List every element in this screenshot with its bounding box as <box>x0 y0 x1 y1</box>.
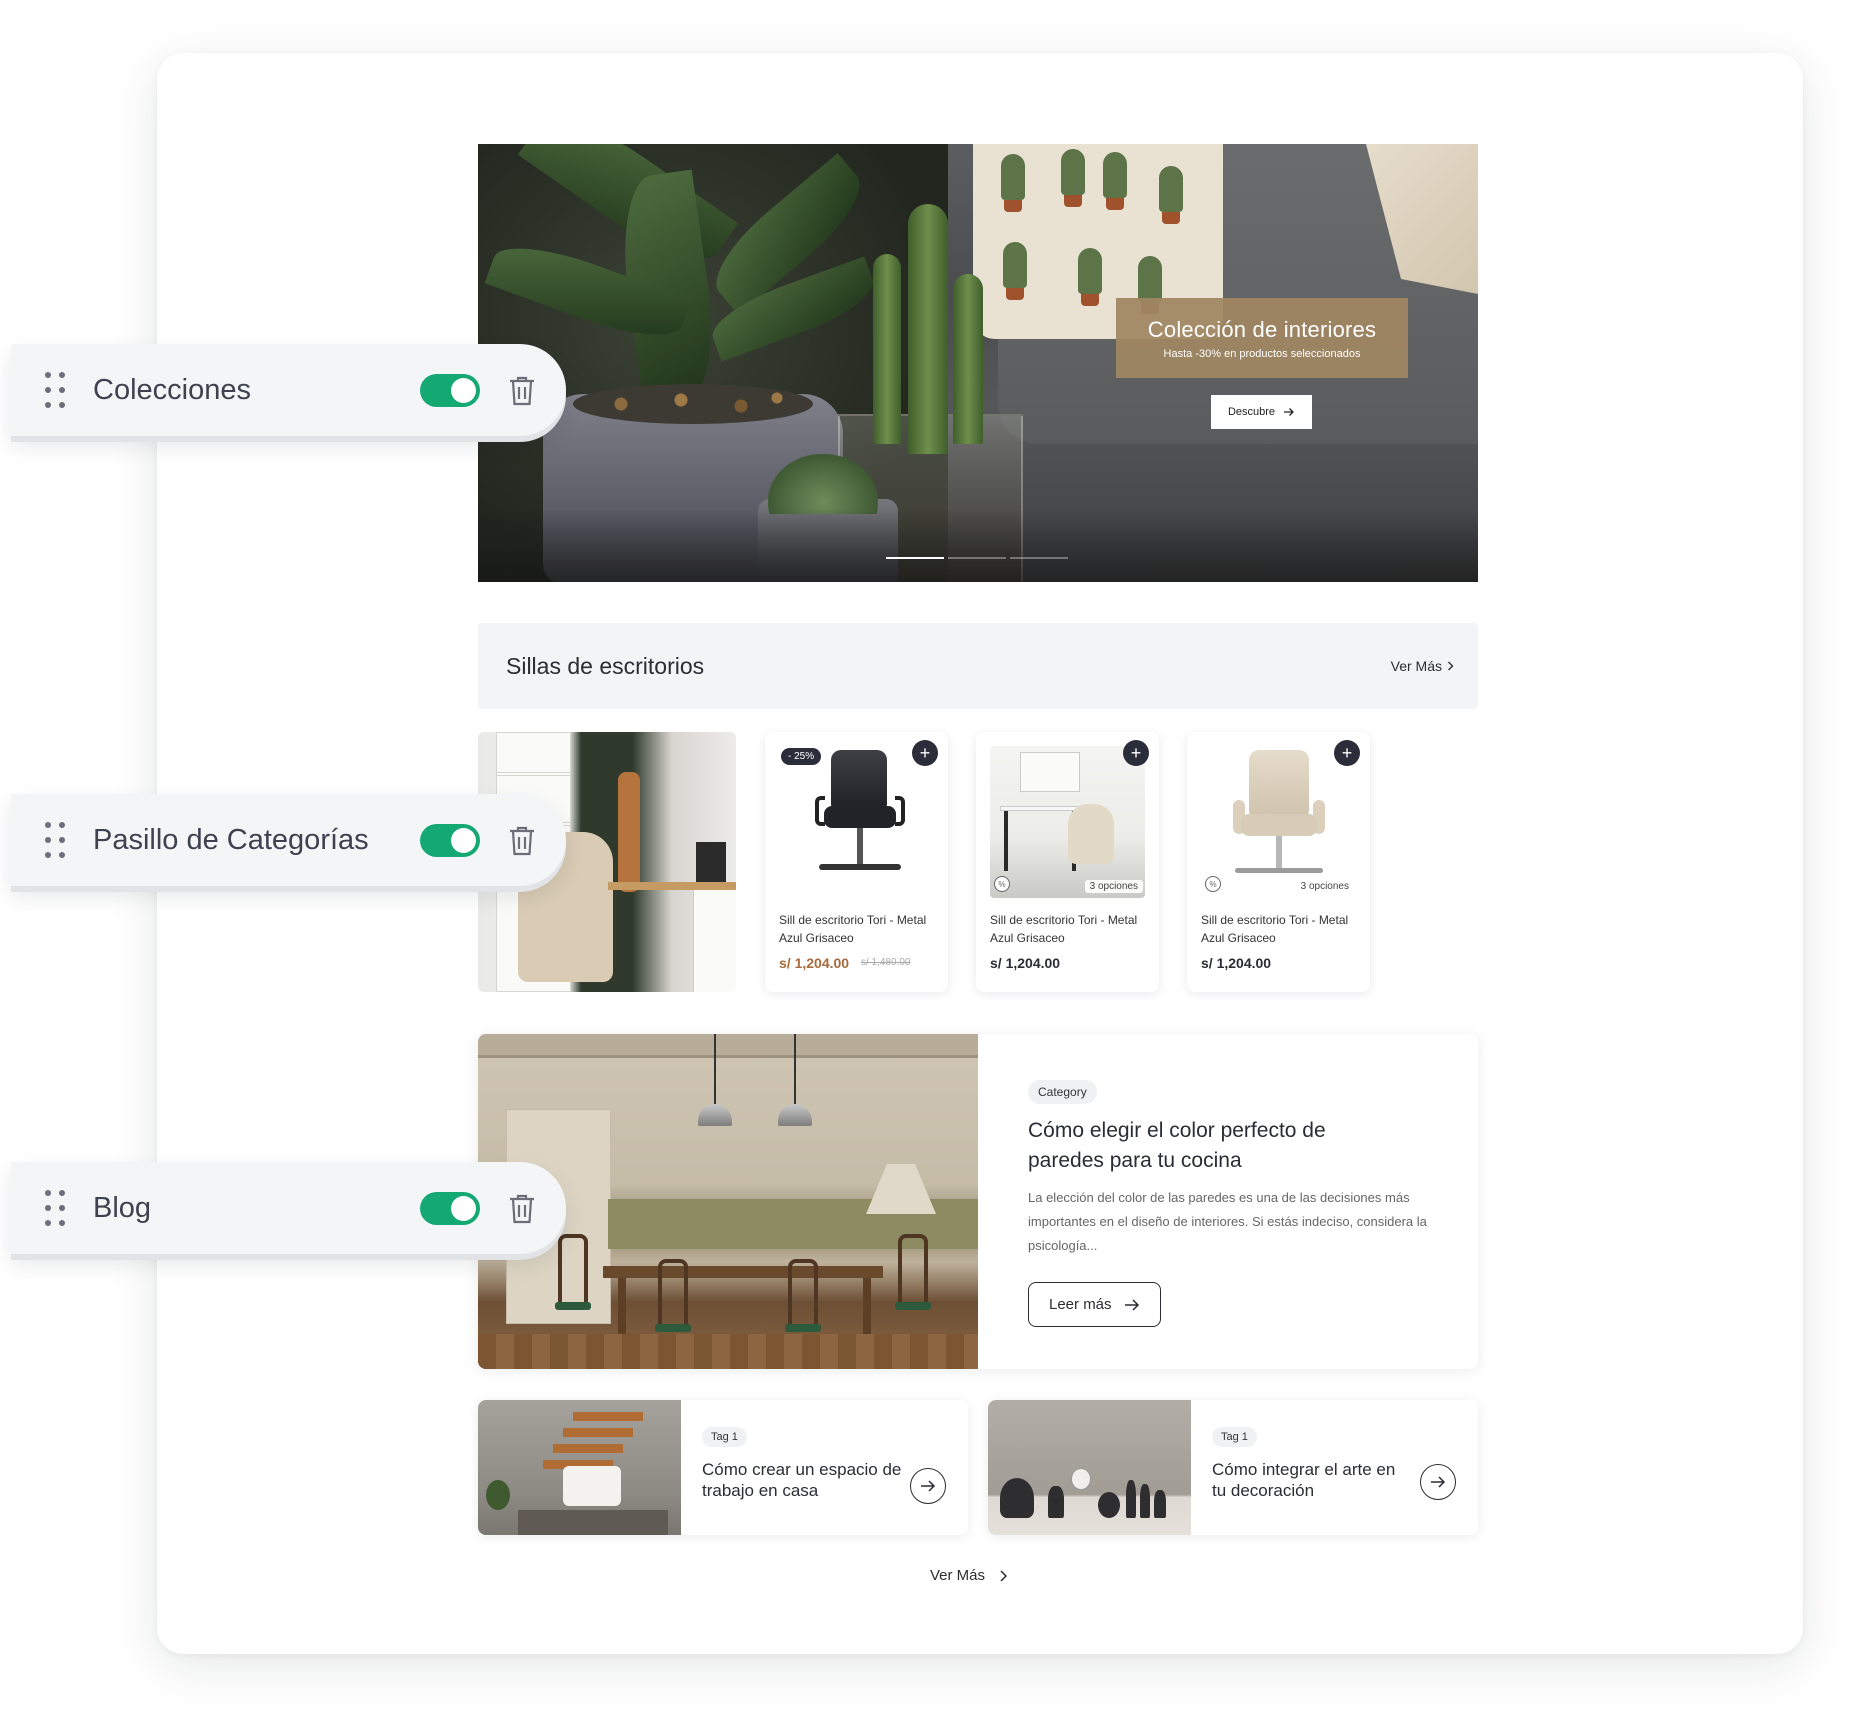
see-more-label: Ver Más <box>1390 658 1442 674</box>
product-name: Sill de escritorio Tori - Metal Azul Gri… <box>779 913 927 945</box>
hero-promo-box: Colección de interiores Hasta -30% en pr… <box>1116 298 1408 378</box>
product-image <box>1201 746 1356 898</box>
product-card[interactable]: - 25% + Sill de escritorio Tori - Metal … <box>765 732 948 992</box>
hero-cta-label: Descubre <box>1227 406 1276 418</box>
blog-feature-title[interactable]: Cómo elegir el color perfecto de paredes… <box>1028 1116 1388 1176</box>
section-title: Sillas de escritorios <box>506 652 705 679</box>
read-more-label: Leer más <box>1049 1296 1112 1313</box>
visibility-toggle[interactable] <box>420 1192 480 1225</box>
section-control-label: Pasillo de Categorías <box>93 823 369 856</box>
drag-handle-icon[interactable] <box>45 822 67 858</box>
blog-feature-excerpt: La elección del color de las paredes es … <box>1028 1190 1427 1253</box>
product-price: s/ 1,204.00 <box>1201 955 1272 971</box>
hero-carousel[interactable]: Colección de interiores Hasta -30% en pr… <box>478 144 1478 582</box>
hero-promo-subtitle: Hasta -30% en productos seleccionados <box>1163 347 1361 360</box>
carousel-dot[interactable] <box>886 557 944 559</box>
product-price: s/ 1,204.00 <box>990 955 1061 971</box>
section-control-colecciones: Colecciones <box>11 344 566 436</box>
product-image <box>779 746 934 898</box>
plus-icon: + <box>1341 743 1353 763</box>
hero-cta-button[interactable]: Descubre <box>1211 395 1312 429</box>
carousel-dot[interactable] <box>948 557 1006 559</box>
product-name: Sill de escritorio Tori - Metal Azul Gri… <box>990 913 1138 945</box>
carousel-indicators <box>886 557 1068 559</box>
options-icon: % <box>994 876 1010 892</box>
blog-post-card[interactable]: Tag 1 Cómo integrar el arte en tu decora… <box>988 1400 1478 1535</box>
products-section-header: Sillas de escritorios Ver Más <box>478 623 1478 709</box>
tag-pill[interactable]: Tag 1 <box>1212 1427 1257 1447</box>
plus-icon: + <box>919 743 931 763</box>
arrow-right-icon <box>1124 1298 1139 1311</box>
category-pill[interactable]: Category <box>1028 1080 1097 1104</box>
add-to-cart-button[interactable]: + <box>912 740 938 766</box>
visibility-toggle[interactable] <box>420 374 480 407</box>
blog-post-card[interactable]: Tag 1 Cómo crear un espacio de trabajo e… <box>478 1400 968 1535</box>
add-to-cart-button[interactable]: + <box>1123 740 1149 766</box>
product-price: s/ 1,204.00 <box>779 955 850 971</box>
arrow-right-icon <box>1431 1476 1446 1488</box>
hero-promo-title: Colección de interiores <box>1147 316 1377 342</box>
blog-post-title[interactable]: Cómo integrar el arte en tu decoración <box>1212 1459 1412 1501</box>
see-more-link[interactable]: Ver Más <box>1391 658 1454 674</box>
product-card[interactable]: + % 3 opciones Sill de escritorio Tori -… <box>1187 732 1370 992</box>
blog-post-image <box>478 1400 681 1535</box>
read-more-button[interactable]: Leer más <box>1028 1282 1161 1327</box>
section-control-blog: Blog <box>11 1162 566 1254</box>
product-old-price: s/ 1,480.00 <box>861 957 911 968</box>
drag-handle-icon[interactable] <box>45 1190 67 1226</box>
product-card[interactable]: + % 3 opciones Sill de escritorio Tori -… <box>976 732 1159 992</box>
blog-see-more-label: Ver Más <box>930 1567 986 1584</box>
blog-see-more-link[interactable]: Ver Más <box>930 1567 1008 1584</box>
visibility-toggle[interactable] <box>420 824 480 857</box>
trash-icon[interactable] <box>508 1193 536 1225</box>
blog-feature-body: Category Cómo elegir el color perfecto d… <box>1028 1080 1448 1327</box>
tag-pill[interactable]: Tag 1 <box>702 1427 747 1447</box>
blog-post-title[interactable]: Cómo crear un espacio de trabajo en casa <box>702 1459 902 1501</box>
discount-badge: - 25% <box>781 748 822 765</box>
section-control-label: Blog <box>93 1191 152 1224</box>
arrow-right-icon <box>1284 408 1294 416</box>
trash-icon[interactable] <box>508 375 536 407</box>
product-image <box>990 746 1145 898</box>
options-icon: % <box>1205 876 1221 892</box>
section-control-pasillo: Pasillo de Categorías <box>11 794 566 886</box>
product-options[interactable]: 3 opciones <box>1295 880 1354 893</box>
arrow-right-icon <box>921 1480 936 1492</box>
carousel-dot[interactable] <box>1010 557 1068 559</box>
drag-handle-icon[interactable] <box>45 372 67 408</box>
product-options[interactable]: 3 opciones <box>1084 880 1143 893</box>
section-control-label: Colecciones <box>93 373 251 406</box>
open-post-button[interactable] <box>1420 1464 1456 1500</box>
chevron-right-icon <box>1000 1569 1008 1582</box>
open-post-button[interactable] <box>910 1468 946 1504</box>
product-name: Sill de escritorio Tori - Metal Azul Gri… <box>1201 913 1349 945</box>
blog-post-image <box>988 1400 1191 1535</box>
plus-icon: + <box>1130 743 1142 763</box>
blog-feature-card[interactable]: Category Cómo elegir el color perfecto d… <box>478 1034 1478 1369</box>
add-to-cart-button[interactable]: + <box>1334 740 1360 766</box>
trash-icon[interactable] <box>508 825 536 857</box>
chevron-right-icon <box>1448 661 1454 671</box>
